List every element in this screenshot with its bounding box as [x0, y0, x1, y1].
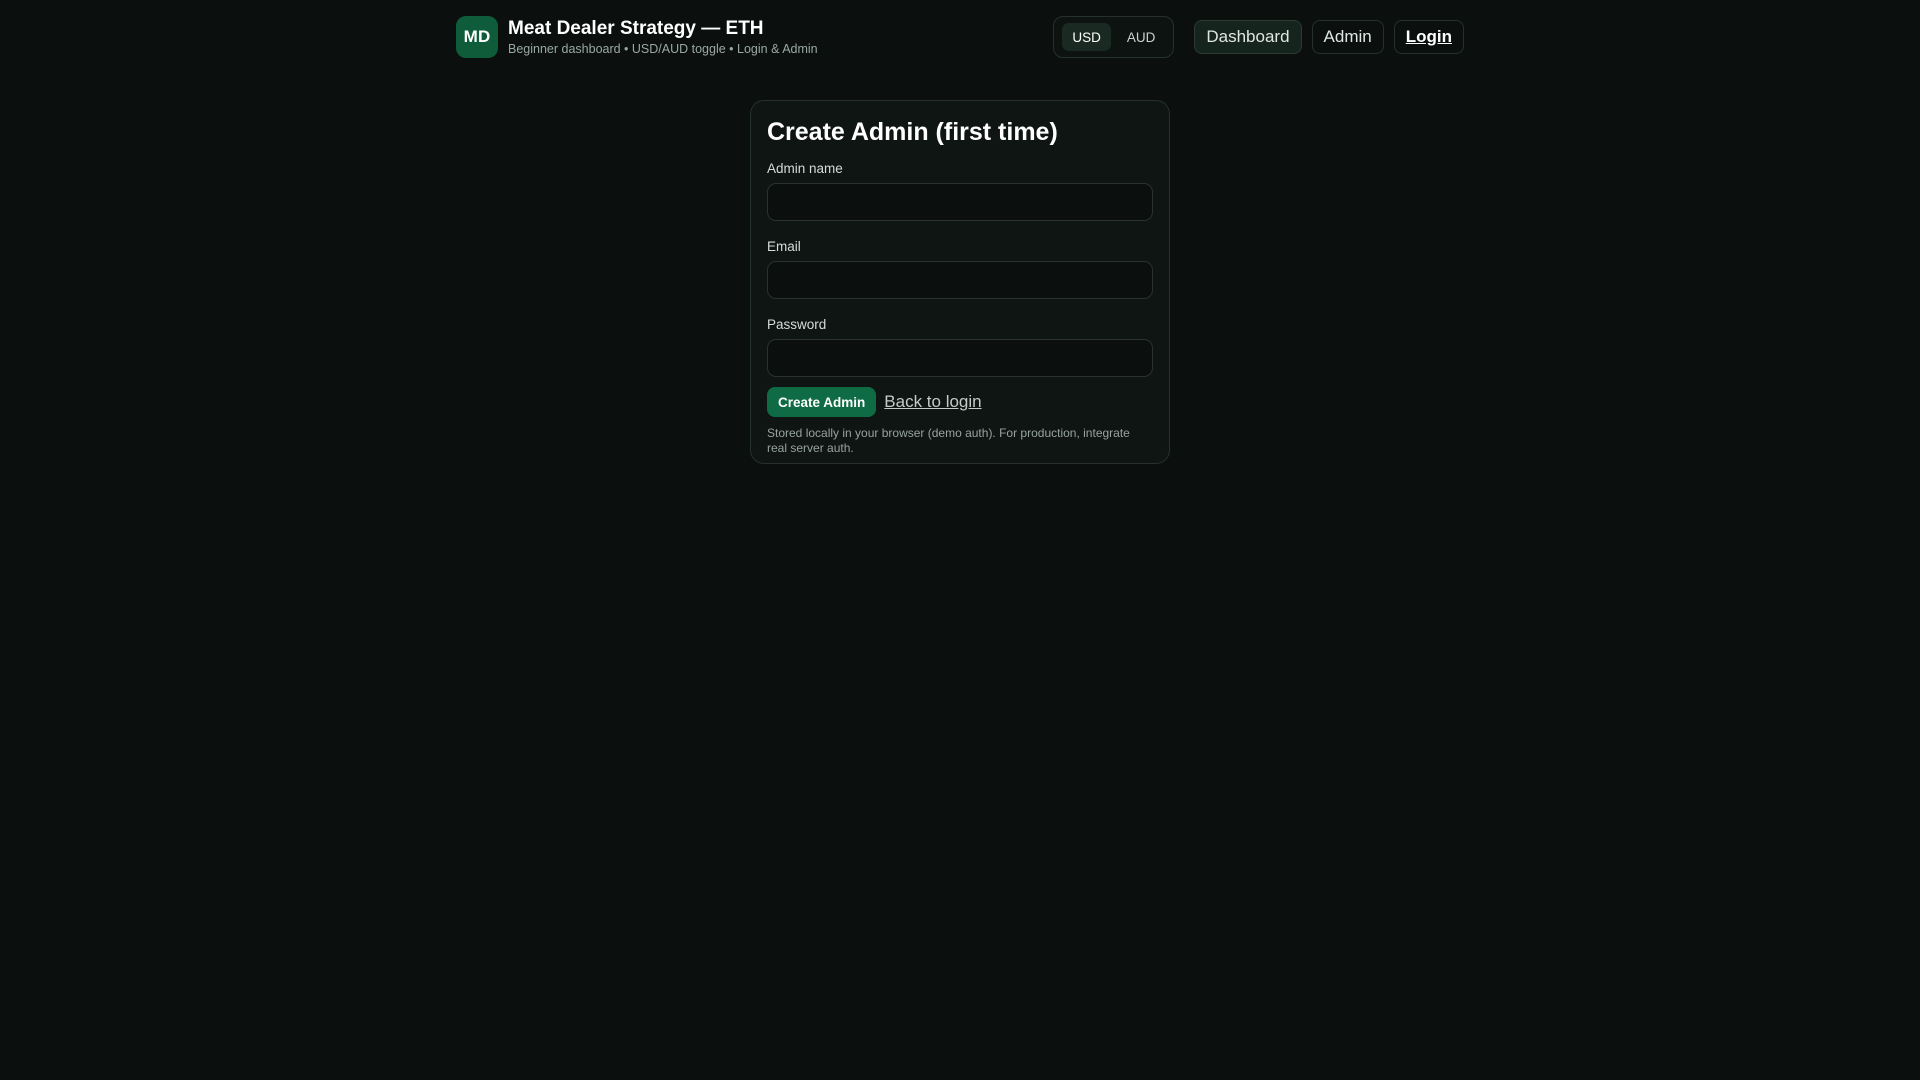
logo-badge: MD [456, 16, 498, 58]
admin-nav-button[interactable]: Admin [1311, 20, 1384, 54]
app-subtitle: Beginner dashboard • USD/AUD toggle • Lo… [508, 41, 818, 56]
admin-name-input[interactable] [767, 183, 1153, 221]
currency-usd-button[interactable]: USD [1062, 23, 1111, 51]
email-input[interactable] [767, 261, 1153, 299]
create-admin-card: Create Admin (first time) Admin name Ema… [750, 100, 1170, 464]
page-title: Create Admin (first time) [767, 118, 1058, 146]
currency-toggle: USD AUD [1053, 16, 1175, 58]
brand-text: Meat Dealer Strategy — ETH Beginner dash… [508, 18, 818, 57]
admin-name-label: Admin name [767, 161, 843, 176]
back-to-login-link[interactable]: Back to login [884, 392, 981, 412]
password-input[interactable] [767, 339, 1153, 377]
dashboard-nav-button[interactable]: Dashboard [1194, 20, 1302, 54]
brand: MD Meat Dealer Strategy — ETH Beginner d… [456, 16, 818, 58]
create-admin-button[interactable]: Create Admin [767, 387, 877, 417]
top-nav: USD AUD Dashboard Admin Login [1053, 16, 1464, 58]
app-header: MD Meat Dealer Strategy — ETH Beginner d… [456, 16, 1464, 58]
currency-aud-button[interactable]: AUD [1117, 23, 1166, 51]
email-label: Email [767, 239, 801, 254]
password-label: Password [767, 317, 827, 332]
form-actions: Create Admin Back to login [767, 387, 1153, 417]
auth-note: Stored locally in your browser (demo aut… [767, 426, 1130, 455]
login-nav-link[interactable]: Login [1393, 20, 1464, 54]
app-title: Meat Dealer Strategy — ETH [508, 17, 764, 39]
